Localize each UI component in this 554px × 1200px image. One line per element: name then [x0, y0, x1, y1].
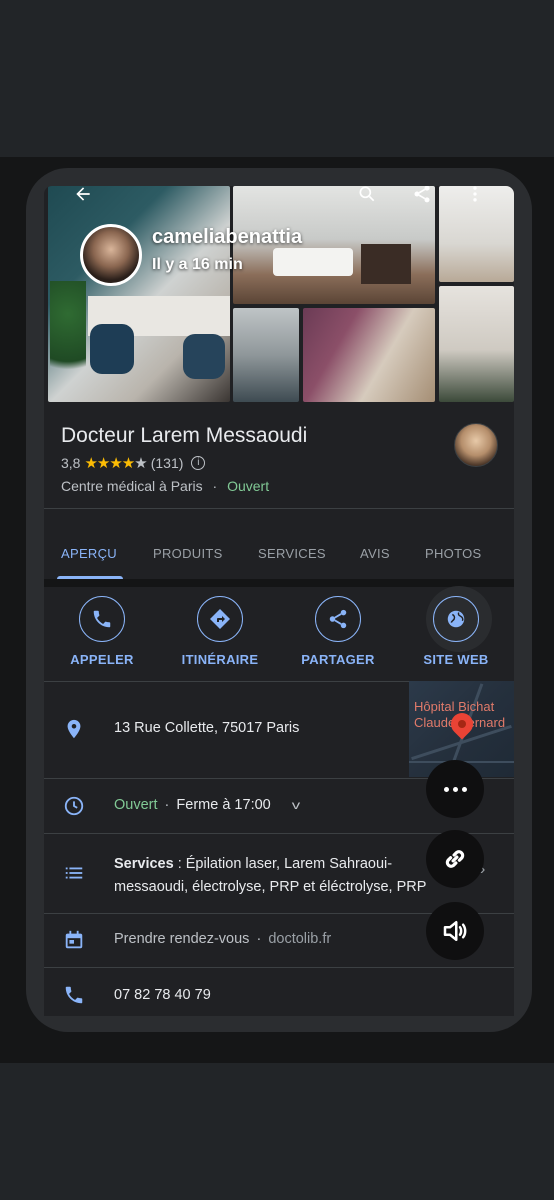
link-icon	[445, 850, 465, 868]
chair-shape	[90, 324, 134, 374]
gallery-photo[interactable]	[439, 286, 514, 402]
phone-icon	[79, 596, 125, 642]
call-button[interactable]: APPELER	[47, 596, 157, 667]
list-icon	[62, 861, 86, 885]
owner-avatar[interactable]	[454, 423, 498, 467]
call-label: APPELER	[70, 652, 134, 667]
volume-icon	[443, 921, 467, 941]
booking-text: Prendre rendez-vous · doctolib.fr	[114, 931, 331, 947]
search-icon[interactable]	[356, 186, 378, 206]
address-text: 13 Rue Collette, 75017 Paris	[114, 720, 300, 736]
photo-gallery[interactable]: cameliabenattia Il y a 16 min	[44, 186, 514, 404]
link-button[interactable]	[426, 830, 484, 888]
directions-label: ITINÉRAIRE	[181, 652, 259, 667]
rating-value: 3,8	[61, 455, 81, 471]
fireplace-shape	[361, 244, 411, 284]
tab-bar-separator	[44, 579, 514, 587]
closing-time: Ferme à 17:00	[176, 797, 271, 813]
tab-avis[interactable]: AVIS	[360, 546, 390, 561]
share-icon[interactable]	[411, 186, 433, 206]
phone-icon	[62, 983, 86, 1007]
share-button[interactable]: PARTAGER	[283, 596, 393, 667]
place-category: Centre médical à Paris	[61, 478, 203, 494]
services-text: Services : Épilation laser, Larem Sahrao…	[114, 853, 444, 899]
divider	[44, 508, 514, 509]
top-band	[0, 0, 554, 157]
review-count: (131)	[150, 455, 184, 471]
gallery-photo[interactable]	[303, 308, 435, 402]
hours-text: Ouvert · Ferme à 17:00 v	[114, 797, 300, 813]
tab-photos[interactable]: PHOTOS	[425, 546, 481, 561]
separator-dot: ·	[212, 478, 218, 494]
phone-row[interactable]: 07 82 78 40 79	[44, 967, 514, 1016]
clock-icon	[62, 794, 86, 818]
location-pin-icon	[62, 717, 86, 741]
chevron-down-icon[interactable]: v	[292, 798, 300, 812]
story-username: cameliabenattia	[152, 226, 303, 248]
services-label: Services	[114, 856, 174, 872]
place-title: Docteur Larem Messaoudi	[61, 424, 308, 447]
services-line2: messaoudi, électrolyse, PRP et éléctroly…	[114, 879, 427, 895]
tab-bar: APERÇU PRODUITS SERVICES AVIS PHOTOS	[44, 526, 514, 580]
website-button[interactable]: SITE WEB	[401, 596, 511, 667]
maps-screen: cameliabenattia Il y a 16 min Docteur La…	[44, 186, 514, 1016]
star-rating-icon: ★★★★★	[84, 455, 147, 472]
more-options-button[interactable]	[426, 760, 484, 818]
directions-button[interactable]: ITINÉRAIRE	[165, 596, 275, 667]
separator-dot: ·	[256, 931, 262, 947]
open-status: Ouvert	[227, 478, 270, 494]
gallery-photo-main[interactable]	[48, 186, 230, 402]
hours-status: Ouvert	[114, 797, 158, 813]
calendar-icon	[62, 928, 86, 952]
directions-icon	[197, 596, 243, 642]
phone-number: 07 82 78 40 79	[114, 987, 211, 1003]
story-timestamp: Il y a 16 min	[152, 256, 243, 273]
category-row: Centre médical à Paris · Ouvert	[61, 478, 269, 494]
plant-shape	[50, 281, 86, 391]
gallery-photo[interactable]	[233, 308, 299, 402]
booking-label: Prendre rendez-vous	[114, 931, 250, 947]
share-icon	[315, 596, 361, 642]
bed-shape	[273, 248, 353, 276]
tab-apercu[interactable]: APERÇU	[61, 546, 117, 561]
share-label: PARTAGER	[301, 652, 375, 667]
booking-domain: doctolib.fr	[268, 931, 332, 947]
services-line1: : Épilation laser, Larem Sahraoui-	[173, 856, 393, 872]
globe-icon	[433, 596, 479, 642]
chair-shape	[183, 334, 225, 379]
rating-row[interactable]: 3,8 ★★★★★ (131) i	[61, 454, 206, 472]
info-icon[interactable]: i	[191, 456, 206, 470]
tab-services[interactable]: SERVICES	[258, 546, 326, 561]
back-arrow-icon[interactable]	[72, 186, 94, 206]
tab-produits[interactable]: PRODUITS	[153, 546, 223, 561]
separator-dot: ·	[164, 797, 170, 813]
bottom-band	[0, 1063, 554, 1200]
more-horiz-icon	[443, 786, 467, 792]
website-label: SITE WEB	[423, 652, 489, 667]
more-vert-icon[interactable]	[464, 186, 486, 206]
story-avatar[interactable]	[80, 224, 142, 286]
sound-button[interactable]	[426, 902, 484, 960]
